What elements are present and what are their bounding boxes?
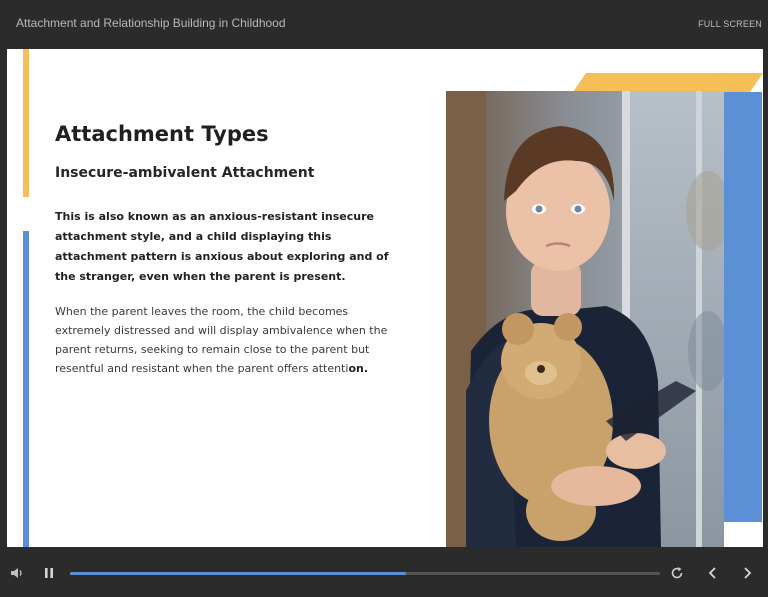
- progress-bar[interactable]: [70, 572, 660, 575]
- bold-paragraph: This is also known as an anxious-resista…: [55, 210, 389, 283]
- volume-icon[interactable]: [8, 564, 26, 582]
- body-paragraph-end: on.: [348, 362, 369, 375]
- slide-heading: Attachment Types: [55, 122, 269, 146]
- decorative-blue-shape: [724, 92, 762, 522]
- accent-bar-yellow: [23, 49, 29, 197]
- fullscreen-button[interactable]: FULL SCREEN: [698, 19, 762, 29]
- replay-icon[interactable]: [668, 564, 686, 582]
- progress-fill: [70, 572, 407, 575]
- chevron-left-icon[interactable]: [704, 564, 722, 582]
- course-title: Attachment and Relationship Building in …: [16, 16, 286, 30]
- slide: Attachment Types Insecure-ambivalent Att…: [7, 49, 763, 547]
- body-paragraph: When the parent leaves the room, the chi…: [55, 302, 400, 378]
- chevron-right-icon[interactable]: [738, 564, 756, 582]
- pause-icon[interactable]: [40, 564, 58, 582]
- photo-block: [446, 73, 763, 547]
- slide-subheading: Insecure-ambivalent Attachment: [55, 165, 315, 181]
- body-paragraph-text: When the parent leaves the room, the chi…: [55, 305, 388, 375]
- player-controls: [0, 547, 768, 597]
- top-bar: Attachment and Relationship Building in …: [0, 0, 768, 48]
- accent-bar-blue: [23, 231, 29, 547]
- child-with-teddy-bear-photo: [446, 91, 724, 547]
